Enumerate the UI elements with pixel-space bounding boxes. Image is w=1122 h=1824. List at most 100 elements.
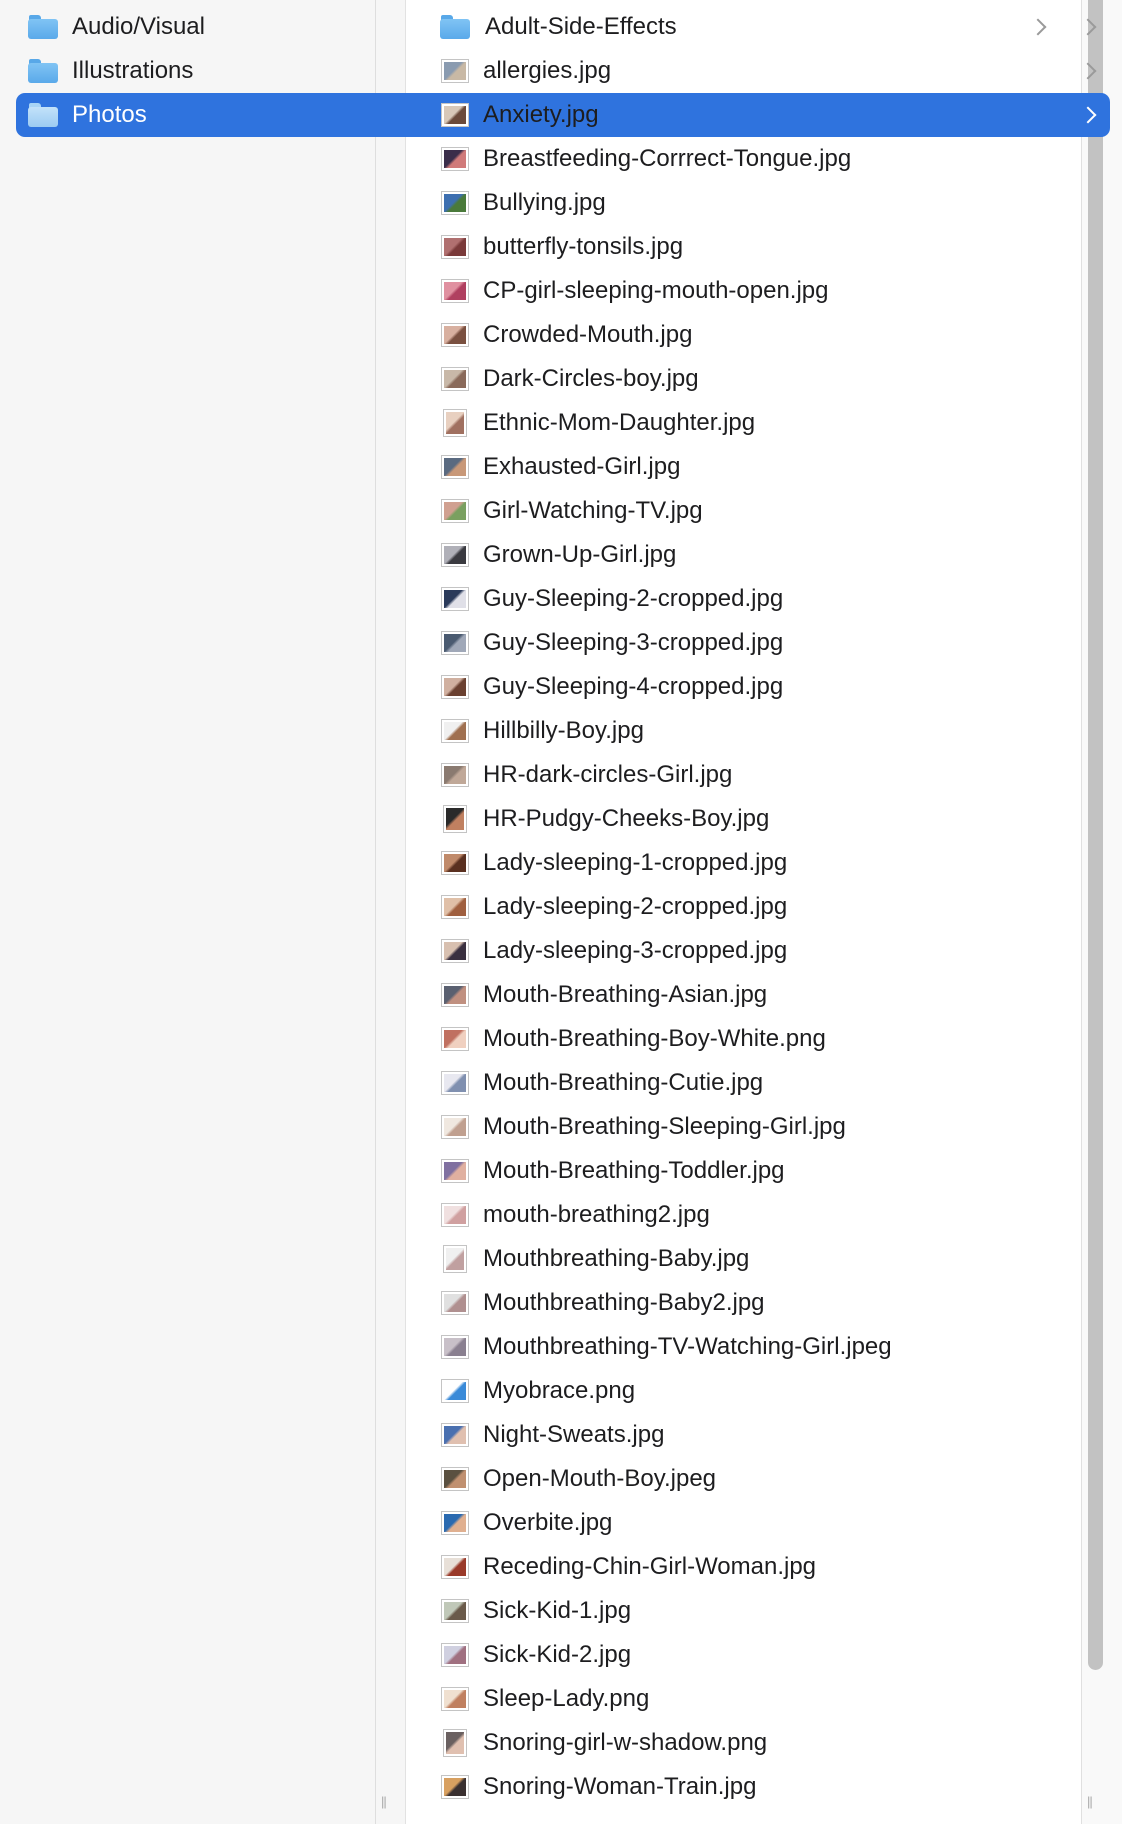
file-item-label: Lady-sleeping-2-cropped.jpg bbox=[483, 893, 788, 920]
file-item-label: Exhausted-Girl.jpg bbox=[483, 453, 681, 480]
file-item[interactable]: Bullying.jpg bbox=[440, 181, 1080, 225]
file-item[interactable]: Mouth-Breathing-Asian.jpg bbox=[440, 973, 1080, 1017]
file-item[interactable]: Open-Mouth-Boy.jpeg bbox=[440, 1457, 1080, 1501]
file-item[interactable]: HR-Pudgy-Cheeks-Boy.jpg bbox=[440, 797, 1080, 841]
file-item[interactable]: HR-dark-circles-Girl.jpg bbox=[440, 753, 1080, 797]
column-resize-icon[interactable]: || bbox=[381, 1795, 391, 1808]
image-thumbnail-icon bbox=[441, 719, 469, 743]
file-item[interactable]: Mouth-Breathing-Toddler.jpg bbox=[440, 1149, 1080, 1193]
file-item-label: Receding-Chin-Girl-Woman.jpg bbox=[483, 1553, 817, 1580]
folder-icon bbox=[28, 103, 58, 127]
image-thumbnail-icon bbox=[441, 103, 469, 127]
image-thumbnail-icon bbox=[441, 587, 469, 611]
image-thumbnail-icon bbox=[441, 367, 469, 391]
image-thumbnail-icon bbox=[441, 191, 469, 215]
file-item[interactable]: Mouthbreathing-Baby2.jpg bbox=[440, 1281, 1080, 1325]
image-thumbnail-icon bbox=[441, 279, 469, 303]
chevron-right-icon bbox=[1029, 18, 1047, 36]
image-thumbnail-icon bbox=[441, 851, 469, 875]
file-item[interactable]: Myobrace.png bbox=[440, 1369, 1080, 1413]
file-item-label: Lady-sleeping-1-cropped.jpg bbox=[483, 849, 788, 876]
image-thumbnail-icon bbox=[443, 409, 467, 437]
file-item-label: HR-Pudgy-Cheeks-Boy.jpg bbox=[483, 805, 770, 832]
file-item[interactable]: Dark-Circles-boy.jpg bbox=[440, 357, 1080, 401]
file-item[interactable]: Mouth-Breathing-Cutie.jpg bbox=[440, 1061, 1080, 1105]
file-item[interactable]: Mouthbreathing-Baby.jpg bbox=[440, 1237, 1080, 1281]
file-item[interactable]: Overbite.jpg bbox=[440, 1501, 1080, 1545]
folder-item-label: Adult-Side-Effects bbox=[485, 13, 677, 40]
file-item[interactable]: Snoring-Woman-Train.jpg bbox=[440, 1765, 1080, 1809]
file-item-label: Sick-Kid-1.jpg bbox=[483, 1597, 632, 1624]
image-thumbnail-icon bbox=[441, 1115, 469, 1139]
file-item-label: Girl-Watching-TV.jpg bbox=[483, 497, 703, 524]
file-item[interactable]: Guy-Sleeping-4-cropped.jpg bbox=[440, 665, 1080, 709]
file-item-label: Mouthbreathing-Baby.jpg bbox=[483, 1245, 750, 1272]
file-item[interactable]: Guy-Sleeping-3-cropped.jpg bbox=[440, 621, 1080, 665]
column-resize-icon[interactable]: || bbox=[1087, 1795, 1097, 1808]
file-item[interactable]: allergies.jpg bbox=[440, 49, 1080, 93]
file-item[interactable]: Snoring-girl-w-shadow.png bbox=[440, 1721, 1080, 1765]
image-thumbnail-icon bbox=[441, 1379, 469, 1403]
file-item[interactable]: Ethnic-Mom-Daughter.jpg bbox=[440, 401, 1080, 445]
file-item[interactable]: Grown-Up-Girl.jpg bbox=[440, 533, 1080, 577]
file-item[interactable]: Crowded-Mouth.jpg bbox=[440, 313, 1080, 357]
image-thumbnail-icon bbox=[441, 1467, 469, 1491]
file-item-label: mouth-breathing2.jpg bbox=[483, 1201, 710, 1228]
image-thumbnail-icon bbox=[441, 59, 469, 83]
file-item-label: CP-girl-sleeping-mouth-open.jpg bbox=[483, 277, 829, 304]
folder-icon bbox=[28, 59, 58, 83]
file-item[interactable]: Mouth-Breathing-Sleeping-Girl.jpg bbox=[440, 1105, 1080, 1149]
file-item-label: Myobrace.png bbox=[483, 1377, 636, 1404]
folder-icon bbox=[440, 15, 470, 39]
image-thumbnail-icon bbox=[443, 805, 467, 833]
image-thumbnail-icon bbox=[441, 1203, 469, 1227]
file-item[interactable]: Mouthbreathing-TV-Watching-Girl.jpeg bbox=[440, 1325, 1080, 1369]
file-item-label: Crowded-Mouth.jpg bbox=[483, 321, 693, 348]
file-item-label: Snoring-Woman-Train.jpg bbox=[483, 1773, 757, 1800]
file-item[interactable]: Anxiety.jpg bbox=[440, 93, 1080, 137]
image-thumbnail-icon bbox=[441, 499, 469, 523]
file-item-label: Mouth-Breathing-Cutie.jpg bbox=[483, 1069, 764, 1096]
file-item[interactable]: Night-Sweats.jpg bbox=[440, 1413, 1080, 1457]
file-item-label: Overbite.jpg bbox=[483, 1509, 613, 1536]
file-item-label: Mouth-Breathing-Boy-White.png bbox=[483, 1025, 826, 1052]
file-item[interactable]: CP-girl-sleeping-mouth-open.jpg bbox=[440, 269, 1080, 313]
file-item[interactable]: Girl-Watching-TV.jpg bbox=[440, 489, 1080, 533]
file-item-label: Grown-Up-Girl.jpg bbox=[483, 541, 677, 568]
file-item[interactable]: Mouth-Breathing-Boy-White.png bbox=[440, 1017, 1080, 1061]
image-thumbnail-icon bbox=[441, 235, 469, 259]
file-item[interactable]: Exhausted-Girl.jpg bbox=[440, 445, 1080, 489]
file-item-label: Guy-Sleeping-3-cropped.jpg bbox=[483, 629, 784, 656]
file-item[interactable]: mouth-breathing2.jpg bbox=[440, 1193, 1080, 1237]
image-thumbnail-icon bbox=[441, 1071, 469, 1095]
file-item[interactable]: Sick-Kid-2.jpg bbox=[440, 1633, 1080, 1677]
file-item[interactable]: Receding-Chin-Girl-Woman.jpg bbox=[440, 1545, 1080, 1589]
file-item-label: Ethnic-Mom-Daughter.jpg bbox=[483, 409, 756, 436]
file-item[interactable]: Sick-Kid-1.jpg bbox=[440, 1589, 1080, 1633]
file-item-label: Bullying.jpg bbox=[483, 189, 606, 216]
image-thumbnail-icon bbox=[441, 1159, 469, 1183]
chevron-right-icon bbox=[1079, 18, 1097, 36]
file-item-label: Mouth-Breathing-Toddler.jpg bbox=[483, 1157, 785, 1184]
file-item[interactable]: Lady-sleeping-2-cropped.jpg bbox=[440, 885, 1080, 929]
file-item[interactable]: Sleep-Lady.png bbox=[440, 1677, 1080, 1721]
file-item[interactable]: Lady-sleeping-1-cropped.jpg bbox=[440, 841, 1080, 885]
file-item-label: Dark-Circles-boy.jpg bbox=[483, 365, 699, 392]
file-list-scrollbar[interactable] bbox=[1088, 0, 1103, 1670]
file-item[interactable]: Guy-Sleeping-2-cropped.jpg bbox=[440, 577, 1080, 621]
file-item-label: Sick-Kid-2.jpg bbox=[483, 1641, 632, 1668]
file-item[interactable]: butterfly-tonsils.jpg bbox=[440, 225, 1080, 269]
file-item-label: Night-Sweats.jpg bbox=[483, 1421, 665, 1448]
file-item-label: Open-Mouth-Boy.jpeg bbox=[483, 1465, 717, 1492]
image-thumbnail-icon bbox=[441, 543, 469, 567]
file-item[interactable]: Lady-sleeping-3-cropped.jpg bbox=[440, 929, 1080, 973]
file-item[interactable]: Breastfeeding-Corrrect-Tongue.jpg bbox=[440, 137, 1080, 181]
chevron-right-icon bbox=[1079, 106, 1097, 124]
image-thumbnail-icon bbox=[441, 939, 469, 963]
file-item-label: Breastfeeding-Corrrect-Tongue.jpg bbox=[483, 145, 852, 172]
file-item-label: Hillbilly-Boy.jpg bbox=[483, 717, 644, 744]
file-item[interactable]: Hillbilly-Boy.jpg bbox=[440, 709, 1080, 753]
column-gap bbox=[376, 0, 406, 1824]
folder-item[interactable]: Adult-Side-Effects bbox=[440, 5, 1080, 49]
image-thumbnail-icon bbox=[443, 1729, 467, 1757]
